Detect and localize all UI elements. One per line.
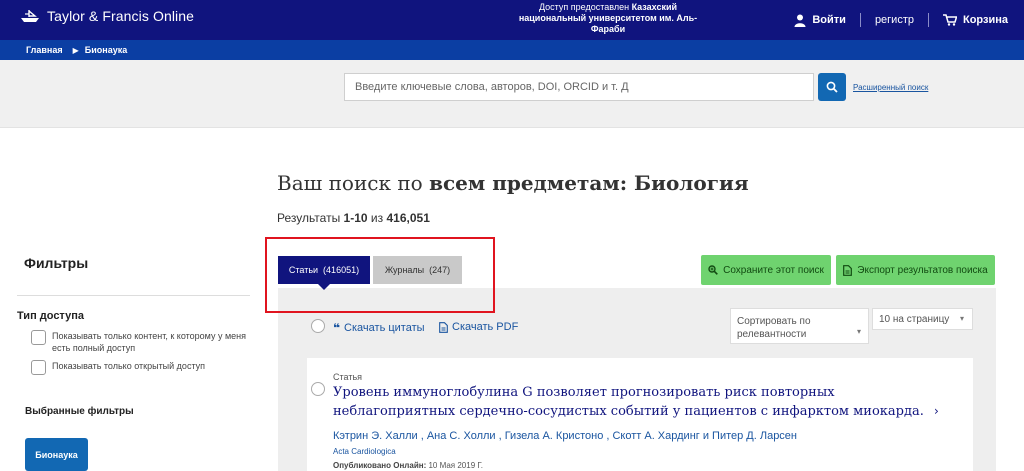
- page-title: Ваш поиск по всем предметам: Биология: [277, 171, 749, 195]
- results-total: 416,051: [386, 211, 430, 225]
- search-icon: [826, 81, 838, 93]
- result-select-radio[interactable]: [311, 382, 325, 396]
- cart-link[interactable]: Корзина: [943, 14, 1008, 26]
- access-provided-notice: Доступ предоставлен Казахский национальн…: [508, 2, 708, 35]
- per-page-value: 10 на страницу: [879, 314, 950, 325]
- logo-text: Taylor & Francis Online: [47, 8, 195, 24]
- top-header: Taylor & Francis Online Доступ предостав…: [0, 0, 1024, 40]
- selected-filters-title: Выбранные фильтры: [25, 406, 134, 417]
- full-access-checkbox[interactable]: [31, 330, 46, 345]
- quote-icon: ❝: [333, 321, 341, 335]
- user-icon: [794, 14, 806, 27]
- login-link[interactable]: Войти: [794, 14, 846, 27]
- title-prefix: Ваш поиск по: [277, 171, 423, 195]
- search-button[interactable]: [818, 73, 846, 101]
- title-subject: всем предметам: Биология: [429, 171, 749, 195]
- search-area: Введите ключевые слова, авторов, DOI, OR…: [0, 60, 1024, 128]
- result-title: Уровень иммуноглобулина G позволяет прог…: [333, 385, 924, 419]
- nav-divider: [859, 13, 861, 27]
- download-citations-label: Скачать цитаты: [344, 322, 425, 334]
- chevron-right-icon: ›: [934, 404, 939, 418]
- site-logo[interactable]: Taylor & Francis Online: [19, 8, 194, 24]
- published-label: Опубликовано Онлайн:: [333, 461, 427, 470]
- sort-select[interactable]: Сортировать по релевантности ▾: [730, 308, 869, 344]
- full-access-label: Показывать только контент, к которому у …: [52, 331, 247, 353]
- save-search-button[interactable]: Сохраните этот поиск: [701, 255, 831, 285]
- result-authors[interactable]: Кэтрин Э. Халли , Ана С. Холли , Гизела …: [333, 430, 797, 442]
- export-results-label: Экспорт результатов поиска: [857, 264, 988, 276]
- breadcrumb: Главная ▶ Бионаука: [0, 40, 1024, 60]
- search-plus-icon: [708, 265, 719, 275]
- nav-divider: [928, 13, 929, 27]
- filter-full-access[interactable]: Показывать только контент, к которому у …: [31, 330, 251, 354]
- results-label: Результаты: [277, 211, 341, 225]
- per-page-select[interactable]: 10 на страницу ▾: [872, 308, 973, 330]
- pdf-file-icon: [439, 321, 448, 333]
- selected-filter-chip[interactable]: Бионаука: [25, 438, 88, 471]
- ship-logo-icon: [21, 10, 39, 22]
- download-citations-link[interactable]: ❝ Скачать цитаты: [333, 321, 425, 335]
- results-of: из: [370, 211, 384, 225]
- breadcrumb-current: Бионаука: [84, 45, 128, 55]
- top-nav: Войти регистр Корзина: [794, 0, 1008, 40]
- access-type-title: Тип доступа: [17, 310, 84, 322]
- results-count: Результаты 1-10 из 416,051: [277, 211, 430, 225]
- save-search-label: Сохраните этот поиск: [723, 264, 824, 276]
- cart-icon: [943, 14, 957, 26]
- chevron-down-icon: ▾: [959, 314, 964, 323]
- published-date: 10 Мая 2019 Г.: [428, 461, 483, 470]
- access-prefix: Доступ предоставлен: [538, 2, 630, 12]
- open-access-label: Показывать только открытый доступ: [52, 361, 206, 371]
- export-file-icon: [843, 264, 853, 276]
- result-journal[interactable]: Acta Cardiologica: [333, 447, 396, 456]
- register-label: регистр: [874, 14, 914, 26]
- download-pdf-label: Скачать PDF: [452, 321, 519, 333]
- open-access-checkbox[interactable]: [31, 360, 46, 375]
- register-link[interactable]: регистр: [875, 14, 914, 26]
- advanced-search-link[interactable]: Расширенный поиск: [853, 83, 928, 92]
- result-type: Статья: [333, 372, 363, 382]
- export-results-button[interactable]: Экспорт результатов поиска: [836, 255, 995, 285]
- chevron-down-icon: ▾: [856, 327, 861, 336]
- result-published: Опубликовано Онлайн: 10 Мая 2019 Г.: [333, 461, 483, 470]
- tabs-highlight-annotation: [265, 237, 495, 313]
- sort-select-value: Сортировать по релевантности: [737, 316, 811, 340]
- select-all-radio[interactable]: [311, 319, 325, 333]
- filters-title: Фильтры: [24, 255, 89, 271]
- cart-label: Корзина: [963, 14, 1008, 26]
- breadcrumb-arrow-icon: ▶: [72, 45, 79, 55]
- result-title-link[interactable]: Уровень иммуноглобулина G позволяет прог…: [333, 384, 953, 421]
- download-pdf-link[interactable]: Скачать PDF: [439, 321, 518, 333]
- breadcrumb-home[interactable]: Главная: [26, 45, 63, 55]
- filters-divider: [17, 295, 250, 296]
- login-label: Войти: [812, 14, 846, 26]
- result-card: Статья Уровень иммуноглобулина G позволя…: [307, 358, 973, 471]
- results-range: 1-10: [343, 211, 368, 225]
- filter-open-access[interactable]: Показывать только открытый доступ: [31, 360, 251, 375]
- search-input[interactable]: Введите ключевые слова, авторов, DOI, OR…: [344, 73, 814, 101]
